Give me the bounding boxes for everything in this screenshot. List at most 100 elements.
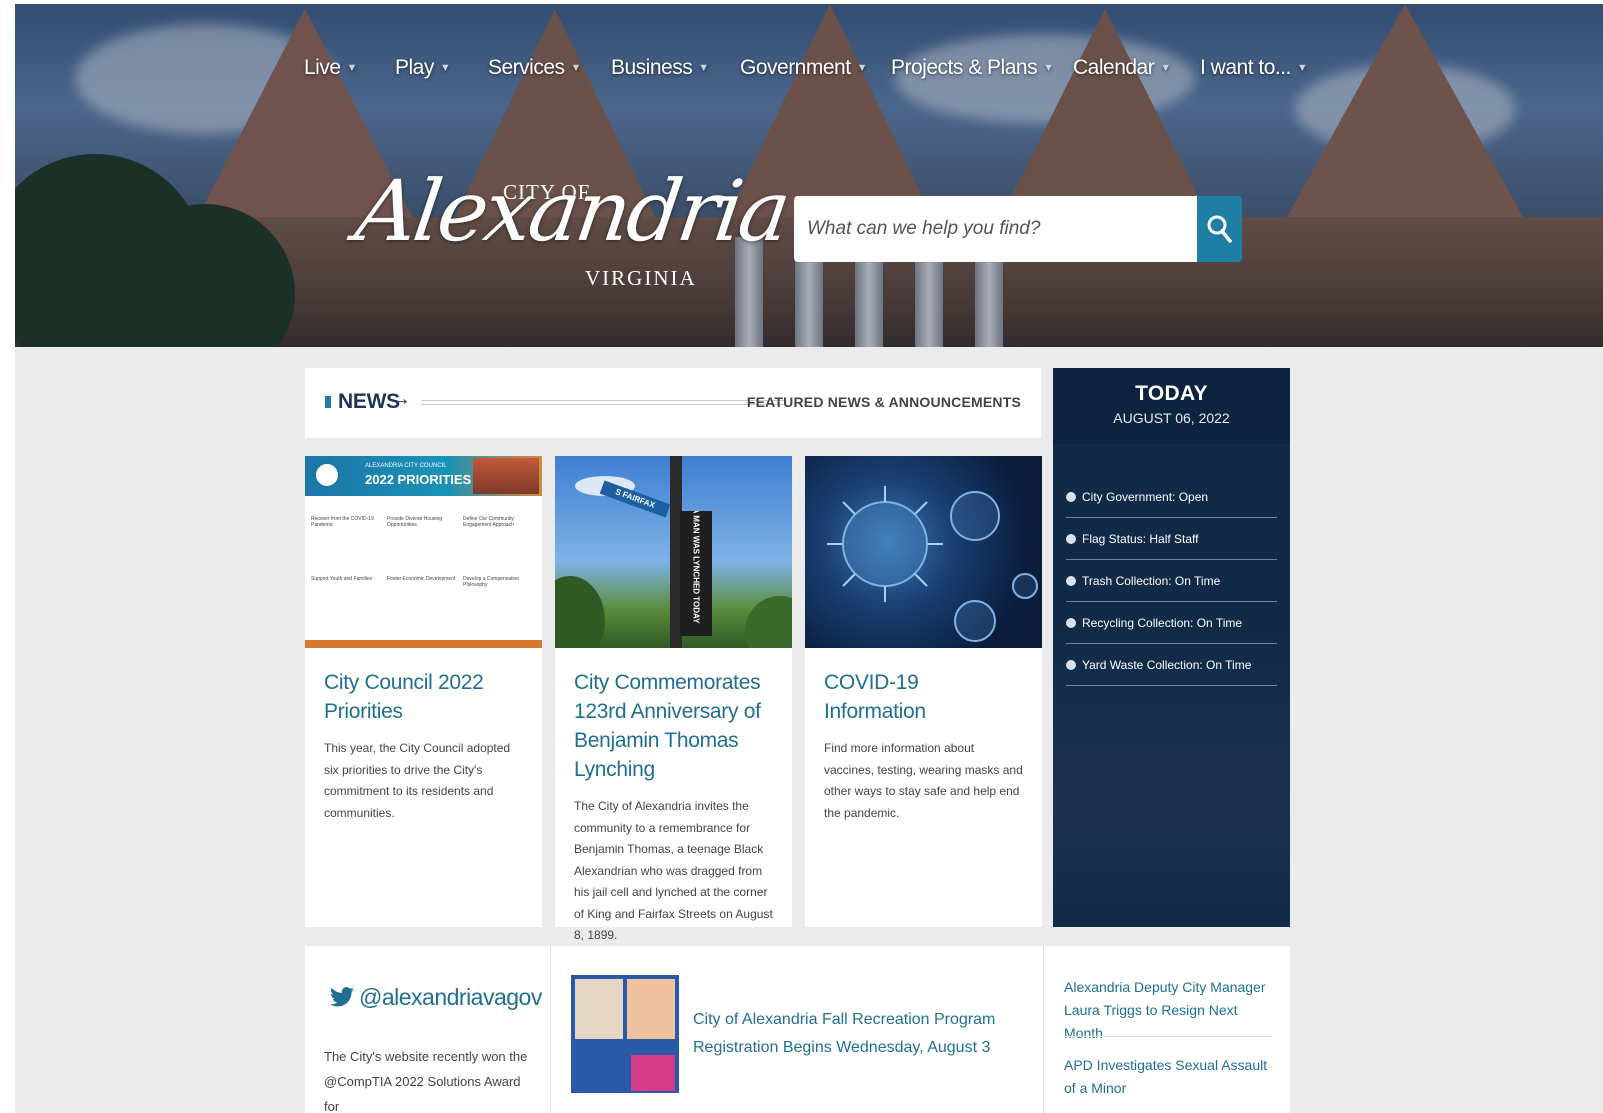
- priority-item: Provide Diverse Housing Opportunities: [387, 516, 443, 528]
- status-dot-icon: [1066, 659, 1076, 670]
- caret-down-icon: ▼: [856, 62, 868, 75]
- nav-item-live[interactable]: Live ▼: [304, 56, 357, 80]
- status-label: Yard Waste Collection: On Time: [1082, 657, 1252, 672]
- featured-story: City of Alexandria Fall Recreation Progr…: [551, 946, 1044, 1113]
- city-seal-icon: [314, 462, 340, 488]
- news-card-council-priorities[interactable]: ALEXANDRIA CITY COUNCIL 2022 PRIORITIES …: [305, 456, 542, 927]
- photo-tile: [631, 1055, 675, 1091]
- twitter-bird-icon: [330, 987, 354, 1007]
- status-dot-icon: [1066, 575, 1076, 586]
- nav-item-i-want-to[interactable]: I want to... ▼: [1200, 56, 1308, 80]
- nav-item-projects-plans[interactable]: Projects & Plans ▼: [891, 56, 1054, 80]
- news-card-description: The City of Alexandria invites the commu…: [574, 799, 773, 942]
- news-card-title: City Commemorates 123rd Anniversary of B…: [574, 671, 761, 781]
- news-marker-icon: [325, 396, 331, 408]
- nav-item-government[interactable]: Government ▼: [740, 56, 867, 80]
- nav-item-label: Play: [395, 56, 434, 79]
- logo-name: Alexandria: [350, 162, 794, 260]
- virus-illustration: [827, 486, 1038, 642]
- page: Live ▼ Play ▼ Services ▼ Business ▼ Governme…: [15, 4, 1603, 1113]
- headline-divider: [1064, 1036, 1272, 1037]
- tweet-text: The City's website recently won the @Com…: [324, 1049, 528, 1113]
- caret-down-icon: ▼: [698, 62, 709, 75]
- city-hall-photo: [473, 458, 539, 494]
- priority-item: Develop a Compensation Philosophy: [463, 576, 520, 588]
- search-button[interactable]: [1197, 196, 1242, 262]
- caret-down-icon: ▼: [1160, 62, 1171, 75]
- news-card-title: City Council 2022 Priorities: [324, 671, 484, 723]
- tree-shape: [745, 596, 792, 648]
- main-nav: Live ▼ Play ▼ Services ▼ Business ▼ Governme…: [15, 56, 1603, 96]
- news-header: NEWS → FEATURED NEWS & ANNOUNCEMENTS: [305, 368, 1041, 438]
- status-item[interactable]: Trash Collection: On Time: [1066, 560, 1277, 602]
- nav-item-label: Services: [488, 56, 565, 79]
- today-panel: TODAY AUGUST 06, 2022 City Government: O…: [1053, 368, 1290, 927]
- featured-story-image[interactable]: [571, 975, 679, 1093]
- city-logo[interactable]: CITY OF Alexandria VIRGINIA: [350, 132, 793, 302]
- caret-down-icon: ▼: [570, 62, 582, 75]
- priority-item: Define Our Community Engagement Approach: [463, 516, 514, 528]
- status-item[interactable]: Yard Waste Collection: On Time: [1066, 644, 1277, 686]
- photo-tile: [575, 979, 623, 1039]
- nav-item-label: Business: [611, 56, 693, 79]
- headline-list: Alexandria Deputy City Manager Laura Tri…: [1044, 946, 1290, 1113]
- status-dot-icon: [1066, 491, 1076, 502]
- news-card-description: This year, the City Council adopted six …: [324, 741, 511, 820]
- nav-item-calendar[interactable]: Calendar ▼: [1073, 56, 1171, 80]
- photo-tile: [627, 979, 675, 1039]
- status-item[interactable]: City Government: Open: [1066, 476, 1277, 518]
- status-item[interactable]: Recycling Collection: On Time: [1066, 602, 1277, 644]
- search-icon: [1207, 215, 1232, 243]
- status-label: Trash Collection: On Time: [1082, 573, 1221, 588]
- street-sign: S FAIRFAX: [599, 480, 671, 518]
- search-input[interactable]: [794, 196, 1197, 262]
- news-card-title: COVID-19 Information: [824, 671, 926, 723]
- today-header: TODAY AUGUST 06, 2022: [1053, 368, 1290, 444]
- status-label: Flag Status: Half Staff: [1082, 531, 1199, 546]
- priorities-banner-small: ALEXANDRIA CITY COUNCIL: [365, 463, 447, 469]
- status-dot-icon: [1066, 617, 1076, 628]
- nav-item-label: Projects & Plans: [891, 56, 1038, 79]
- news-divider: [421, 400, 785, 405]
- nav-item-services[interactable]: Services ▼: [488, 56, 581, 80]
- nav-item-label: Live: [304, 56, 341, 79]
- news-card-description: Find more information about vaccines, te…: [824, 741, 1023, 820]
- search-bar: [794, 196, 1242, 262]
- priority-item: Foster Economic Development: [387, 576, 456, 582]
- priority-item: Support Youth and Families: [311, 576, 373, 582]
- priorities-banner-big: 2022 PRIORITIES: [365, 472, 472, 487]
- nav-item-play[interactable]: Play ▼: [395, 56, 451, 80]
- status-label: City Government: Open: [1082, 489, 1209, 504]
- status-item[interactable]: Flag Status: Half Staff: [1066, 518, 1277, 560]
- memorial-banner: A MAN WAS LYNCHED TODAY: [680, 511, 712, 636]
- caret-down-icon: ▼: [439, 62, 451, 75]
- priority-item: Recover from the COVID-19 Pandemic: [311, 516, 374, 528]
- logo-state: VIRGINIA: [585, 266, 697, 290]
- news-card-benjamin-thomas[interactable]: S FAIRFAX A MAN WAS LYNCHED TODAY City C…: [555, 456, 792, 942]
- twitter-panel: @alexandriavagov The City's website rece…: [305, 946, 551, 1113]
- today-title: TODAY: [1135, 382, 1208, 405]
- nav-item-label: Calendar: [1073, 56, 1155, 79]
- news-card-image: ALEXANDRIA CITY COUNCIL 2022 PRIORITIES …: [305, 456, 542, 648]
- caret-down-icon: ▼: [346, 62, 358, 75]
- headline-link[interactable]: APD Investigates Sexual Assault of a Min…: [1064, 1054, 1272, 1100]
- featured-news-link[interactable]: FEATURED NEWS & ANNOUNCEMENTS: [747, 394, 1021, 410]
- memorial-banner-text: A MAN WAS LYNCHED TODAY: [691, 511, 701, 624]
- twitter-handle-link[interactable]: @alexandriavagov: [330, 984, 542, 1011]
- tree-shape: [555, 576, 605, 648]
- headline-link[interactable]: Alexandria Deputy City Manager Laura Tri…: [1064, 976, 1272, 1045]
- bottom-row: @alexandriavagov The City's website rece…: [305, 946, 1290, 1113]
- featured-story-title[interactable]: City of Alexandria Fall Recreation Progr…: [693, 1006, 1033, 1062]
- nav-item-business[interactable]: Business ▼: [611, 56, 709, 80]
- news-card-image: [805, 456, 1042, 648]
- today-date: AUGUST 06, 2022: [1113, 410, 1230, 426]
- status-dot-icon: [1066, 533, 1076, 544]
- nav-item-label: Government: [740, 56, 851, 79]
- arrow-right-icon: →: [391, 388, 411, 410]
- hero-banner: Live ▼ Play ▼ Services ▼ Business ▼ Governme…: [15, 4, 1603, 347]
- caret-down-icon: ▼: [1043, 62, 1054, 75]
- nav-item-label: I want to...: [1200, 56, 1291, 79]
- news-card-image: S FAIRFAX A MAN WAS LYNCHED TODAY: [555, 456, 792, 648]
- news-card-covid[interactable]: COVID-19 Information Find more informati…: [805, 456, 1042, 927]
- status-label: Recycling Collection: On Time: [1082, 615, 1243, 630]
